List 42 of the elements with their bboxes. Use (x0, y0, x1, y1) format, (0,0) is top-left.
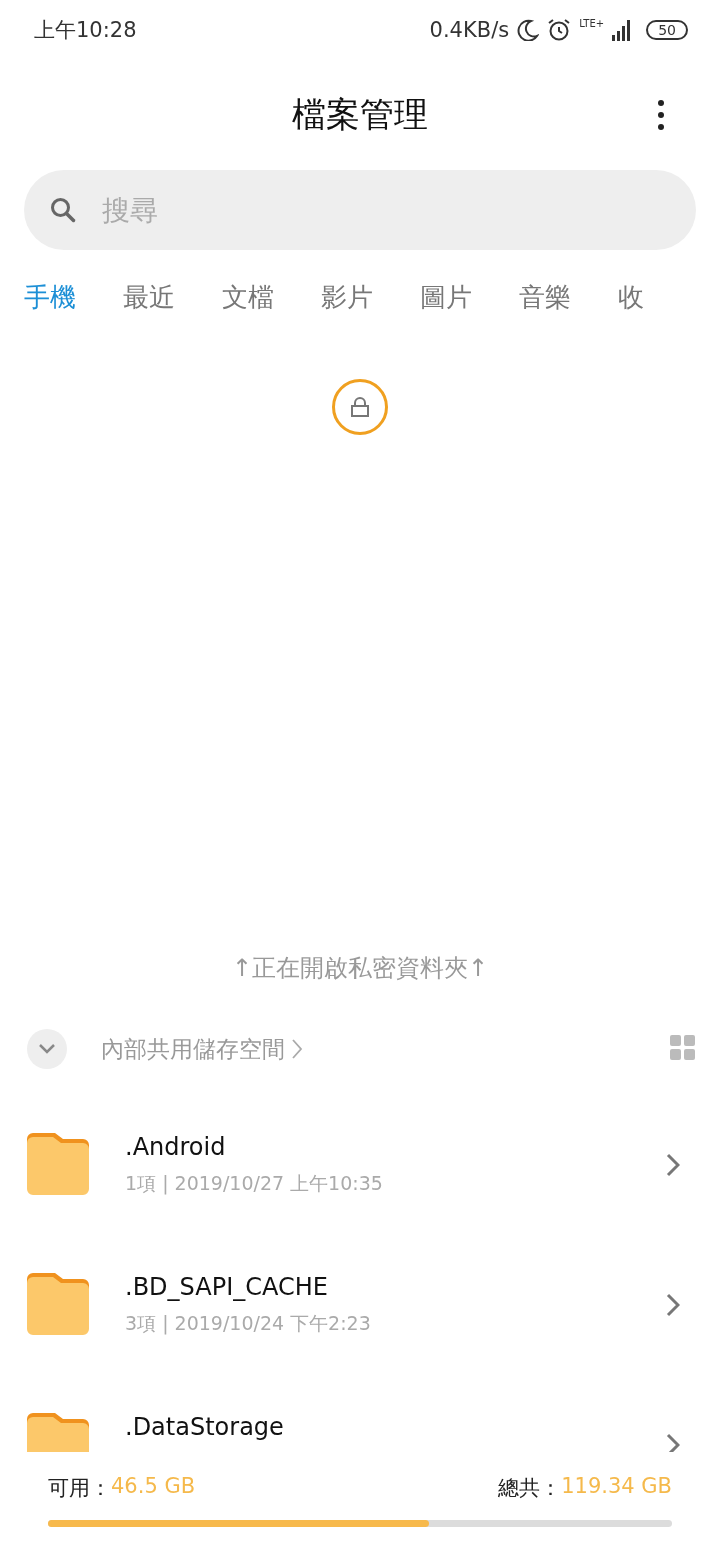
category-tab[interactable]: 圖片 (420, 279, 472, 315)
total-label: 總共： (498, 1475, 562, 1502)
clock: 上午10:28 (34, 17, 137, 44)
lock-button[interactable] (332, 379, 388, 435)
category-tab[interactable]: 影片 (321, 279, 373, 315)
app-title: 檔案管理 (292, 93, 428, 136)
grid-icon (670, 1034, 696, 1061)
collapse-button[interactable] (27, 1029, 67, 1069)
folder-name[interactable]: .Android (125, 1133, 666, 1161)
network-speed: 0.4KB/s (429, 18, 510, 42)
battery-indicator: 50 (646, 20, 688, 40)
folder-icon (27, 1133, 89, 1195)
category-tab[interactable]: 最近 (123, 279, 175, 315)
category-tab[interactable]: 文檔 (222, 279, 274, 315)
search-icon (50, 197, 76, 223)
alarm-icon (547, 18, 572, 42)
lock-icon (351, 397, 369, 417)
folder-info: 1項 | 2019/10/27 上午10:35 (125, 1171, 384, 1197)
search-input[interactable]: 搜尋 (100, 192, 670, 228)
signal-icon (612, 19, 633, 41)
storage-breadcrumb[interactable]: 內部共用儲存空間 (101, 1033, 303, 1065)
category-tab[interactable]: 手機 (24, 279, 76, 315)
chevron-icon (666, 1293, 680, 1317)
chevron-icon (666, 1153, 680, 1177)
network-type: LTE+ (579, 18, 605, 29)
chevron-icon (666, 1433, 680, 1452)
more-menu-button[interactable] (658, 100, 664, 130)
category-tab[interactable]: 音樂 (519, 279, 571, 315)
category-tab[interactable]: 收 (618, 279, 644, 315)
search-field[interactable]: 搜尋 (24, 170, 696, 250)
folder-icon (27, 1273, 89, 1335)
chevron-down-icon (38, 1043, 56, 1055)
available-label: 可用： (48, 1475, 111, 1502)
total-value: 119.34 GB (561, 1474, 672, 1500)
more-icon (658, 100, 664, 130)
folder-name[interactable]: .DataStorage (125, 1413, 666, 1441)
folder-name[interactable]: .BD_SAPI_CACHE (125, 1273, 666, 1301)
chevron-right-icon (291, 1038, 303, 1060)
moon-icon (517, 19, 540, 41)
available-value: 46.5 GB (111, 1474, 196, 1500)
folder-info: 3項 | 2019/10/24 下午2:23 (125, 1311, 372, 1337)
private-folder-hint: ↑正在開啟私密資料夾↑ (231, 953, 489, 984)
